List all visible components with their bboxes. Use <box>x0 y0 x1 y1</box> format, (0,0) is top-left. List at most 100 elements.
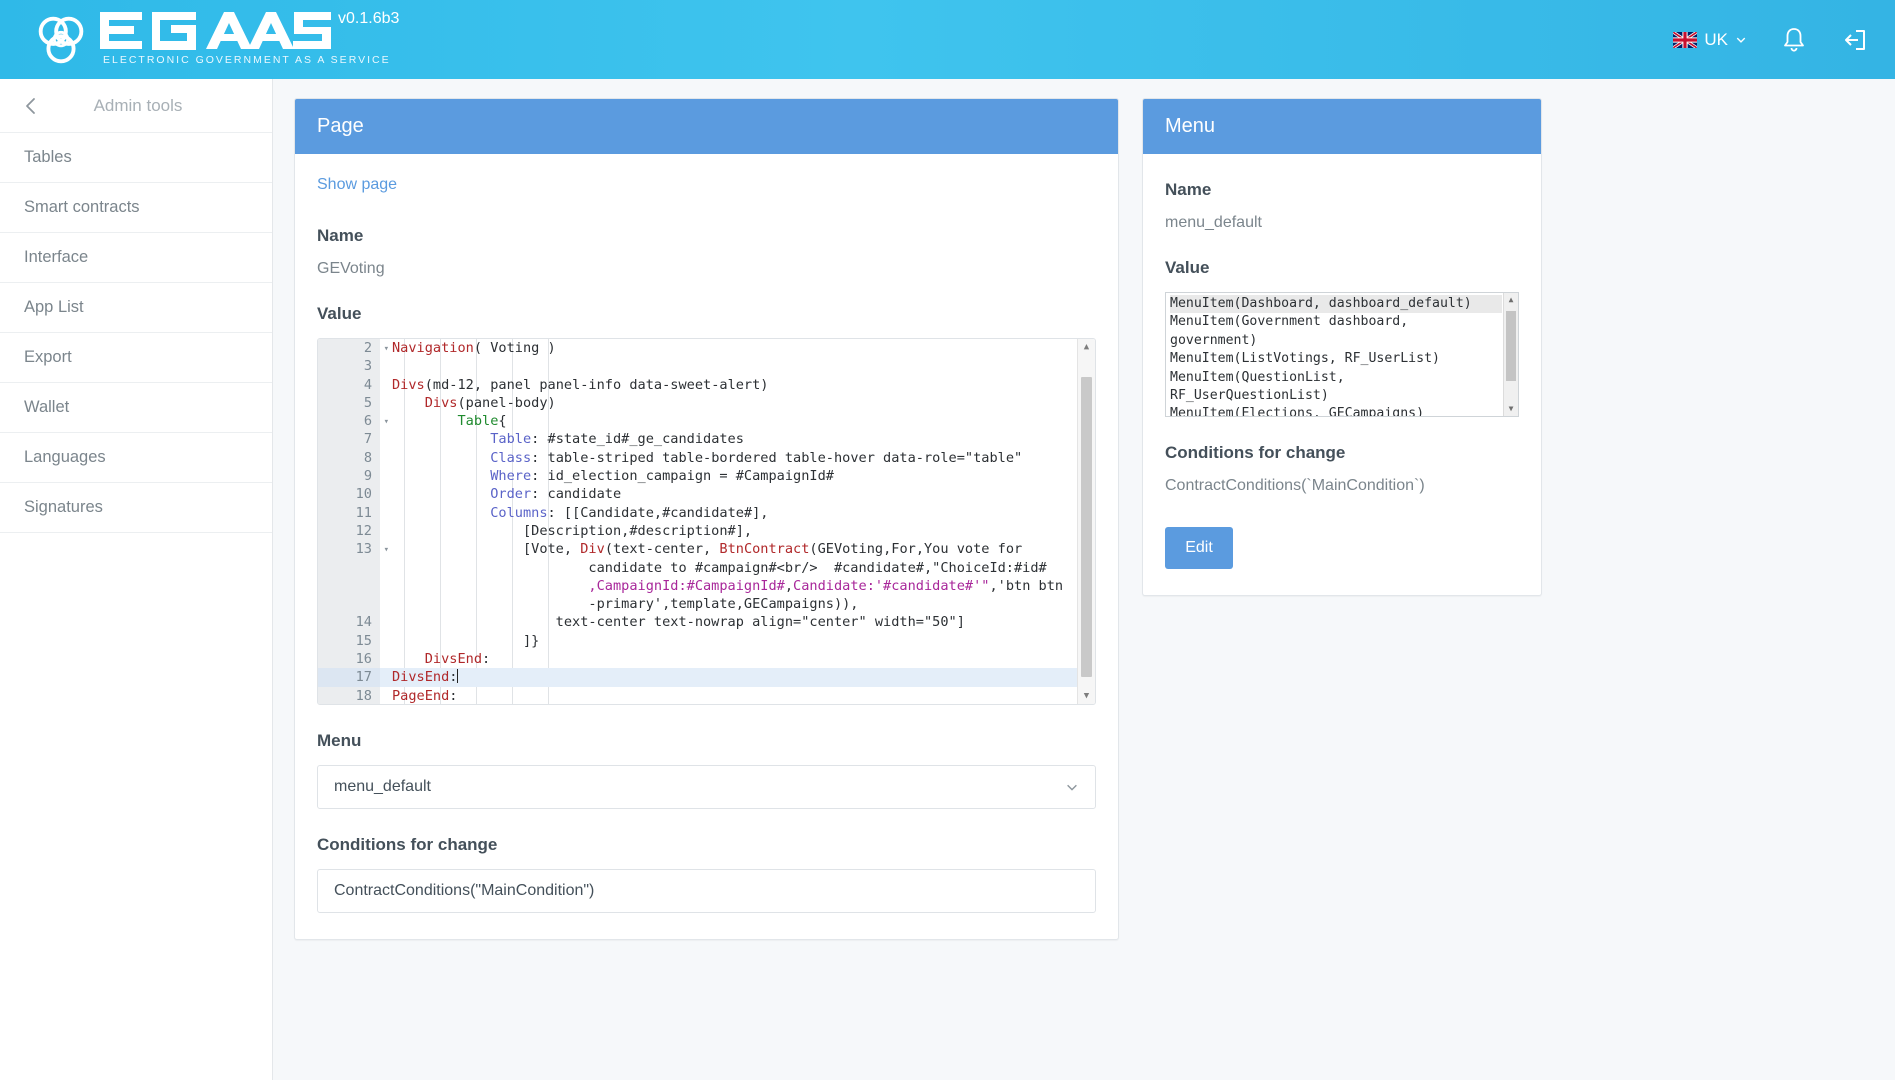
egaas-logo-icon <box>38 16 84 64</box>
editor-line[interactable]: 7 Table: #state_id#_ge_candidates <box>318 430 1077 449</box>
line-number: 6 ▾ <box>318 412 389 431</box>
line-number: 10 <box>318 485 380 504</box>
editor-scroll-thumb[interactable] <box>1081 377 1092 677</box>
code-fold-icon[interactable]: ▾ <box>384 541 389 559</box>
editor-line-text <box>380 357 1077 375</box>
menu-conditions-label: Conditions for change <box>1165 443 1346 462</box>
editor-line-text: Divs(md-12, panel panel-info data-sweet-… <box>392 376 769 393</box>
version-label: v0.1.6b3 <box>338 10 400 27</box>
editor-code-area[interactable]: 2 ▾ Navigation( Voting ) 3 4 Divs(md-12, pan… <box>318 339 1077 704</box>
sidebar-item-app-list[interactable]: App List <box>0 283 272 333</box>
menu-scroll-thumb[interactable] <box>1506 311 1516 381</box>
page-panel-header: Page <box>295 99 1118 154</box>
editor-line[interactable]: ,CampaignId:#CampaignId#,Candidate:'#can… <box>318 576 1077 596</box>
editor-line[interactable]: 11 Columns: [[Candidate,#candidate#], <box>318 503 1077 522</box>
line-number <box>318 576 380 596</box>
menu-value-line: MenuItem(ListVotings, RF_UserList) <box>1170 351 1440 367</box>
scroll-up-arrow[interactable]: ▲ <box>1504 293 1518 307</box>
edit-button[interactable]: Edit <box>1165 527 1233 569</box>
logout-icon <box>1845 29 1865 50</box>
sidebar-item-smart-contracts[interactable]: Smart contracts <box>0 183 272 233</box>
uk-flag-icon <box>1673 31 1698 48</box>
menu-select[interactable]: menu_default <box>317 765 1096 809</box>
menu-select-value: menu_default <box>334 778 431 795</box>
editor-line[interactable]: 5 Divs(panel-body) <box>318 393 1077 413</box>
code-editor[interactable]: 2 ▾ Navigation( Voting ) 3 4 Divs(md-12, pan… <box>317 338 1096 705</box>
line-number: 2 ▾ <box>318 339 389 358</box>
page-conditions-input[interactable]: ContractConditions("MainCondition") <box>317 869 1096 913</box>
editor-line[interactable]: 17 DivsEnd: <box>318 668 1077 687</box>
chevron-left-icon[interactable] <box>22 97 40 115</box>
header-actions: UK <box>1673 26 1869 54</box>
scroll-down-arrow[interactable]: ▼ <box>1078 688 1095 704</box>
sidebar-item-interface[interactable]: Interface <box>0 233 272 283</box>
code-fold-icon[interactable]: ▾ <box>384 340 389 358</box>
editor-line-text: Table{ <box>457 413 507 430</box>
logout-button[interactable] <box>1841 26 1869 54</box>
editor-line[interactable]: 8 Class: table-striped table-bordered ta… <box>318 448 1077 468</box>
sidebar-item-label: Signatures <box>24 498 103 516</box>
editor-line[interactable]: 14 text-center text-nowrap align="center… <box>318 613 1077 632</box>
menu-name-label: Name <box>1165 180 1212 199</box>
scroll-down-arrow[interactable]: ▼ <box>1504 402 1518 416</box>
editor-line-text: text-center text-nowrap align="center" w… <box>392 614 965 631</box>
code-fold-icon[interactable]: ▾ <box>384 413 389 431</box>
menu-panel-header: Menu <box>1143 99 1541 154</box>
line-number <box>318 595 380 614</box>
editor-line[interactable]: 16 DivsEnd: <box>318 650 1077 669</box>
editor-line[interactable]: -primary',template,GECampaigns)), <box>318 595 1077 614</box>
editor-line-text: [Description,#description#], <box>392 522 753 539</box>
menu-value-line: MenuItem(Dashboard, dashboard_default) <box>1170 295 1502 314</box>
menu-textarea-scrollbar[interactable]: ▲ ▼ <box>1503 293 1518 416</box>
editor-line-text: ,CampaignId:#CampaignId#,Candidate:'#can… <box>588 577 1064 594</box>
line-number: 13 ▾ <box>318 540 389 559</box>
line-number: 4 <box>318 375 380 394</box>
editor-line[interactable]: 12 [Description,#description#], <box>318 521 1077 541</box>
editor-vertical-scrollbar[interactable]: ▲ ▼ <box>1077 339 1095 704</box>
line-number: 15 <box>318 631 380 651</box>
editor-line[interactable]: candidate to #campaign#<br/> #candidate#… <box>318 558 1077 577</box>
egaas-wordmark <box>100 12 331 50</box>
editor-line[interactable]: 6 ▾ Table{ <box>318 412 1077 431</box>
editor-line-text: Class: table-striped table-bordered tabl… <box>490 449 1023 466</box>
editor-line[interactable]: 2 ▾ Navigation( Voting ) <box>318 339 1077 358</box>
editor-line[interactable]: 15 ]} <box>318 631 1077 651</box>
editor-line[interactable]: 4 Divs(md-12, panel panel-info data-sweet… <box>318 375 1077 394</box>
editor-line-text: Divs(panel-body) <box>424 394 556 411</box>
menu-value-textarea[interactable]: MenuItem(Dashboard, dashboard_default) M… <box>1165 292 1519 417</box>
menu-conditions-value: ContractConditions(`MainCondition`) <box>1165 477 1425 494</box>
line-number: 17 <box>318 668 380 687</box>
editor-line[interactable]: 13 ▾ [Vote, Div(text-center, BtnContract(… <box>318 540 1077 559</box>
show-page-link[interactable]: Show page <box>317 176 397 194</box>
brand-logo[interactable]: ELECTRONIC GOVERNMENT AS A SERVICE v0.1.… <box>30 0 399 79</box>
notifications-button[interactable] <box>1781 26 1807 54</box>
page-conditions-value: ContractConditions("MainCondition") <box>334 882 595 899</box>
page-menu-label: Menu <box>317 731 362 750</box>
menu-value-line: RF_UserQuestionList) <box>1170 388 1329 404</box>
editor-line[interactable]: 9 Where: id_election_campaign = #Campaig… <box>318 467 1077 486</box>
main-content: Page Show page Name GEVoting Value 2 ▾ Nav… <box>273 79 1895 1080</box>
menu-value-line: government) <box>1170 332 1258 348</box>
editor-line[interactable]: 10 Order: candidate <box>318 485 1077 504</box>
line-number: 16 <box>318 650 380 669</box>
editor-line-text: Columns: [[Candidate,#candidate#], <box>490 504 769 521</box>
line-number: 9 <box>318 467 380 486</box>
sidebar-item-languages[interactable]: Languages <box>0 433 272 483</box>
editor-line[interactable]: 18 PageEnd: <box>318 686 1077 704</box>
scroll-up-arrow[interactable]: ▲ <box>1078 339 1095 355</box>
line-number <box>318 558 380 577</box>
page-panel-body: Show page Name GEVoting Value 2 ▾ Navigati… <box>295 154 1118 939</box>
sidebar-item-signatures[interactable]: Signatures <box>0 483 272 533</box>
sidebar-item-export[interactable]: Export <box>0 333 272 383</box>
sidebar-item-tables[interactable]: Tables <box>0 133 272 183</box>
editor-line[interactable]: 3 <box>318 357 1077 376</box>
sidebar-item-label: Export <box>24 348 72 366</box>
sidebar-item-label: Interface <box>24 248 89 266</box>
editor-line-text: Navigation( Voting ) <box>392 340 556 356</box>
menu-name-value: menu_default <box>1165 214 1262 231</box>
editor-line-text: Table: #state_id#_ge_candidates <box>490 431 744 448</box>
line-number: 18 <box>318 686 380 704</box>
sidebar-item-wallet[interactable]: Wallet <box>0 383 272 433</box>
language-selector[interactable]: UK <box>1673 30 1747 50</box>
editor-line-text: DivsEnd: <box>424 651 491 668</box>
